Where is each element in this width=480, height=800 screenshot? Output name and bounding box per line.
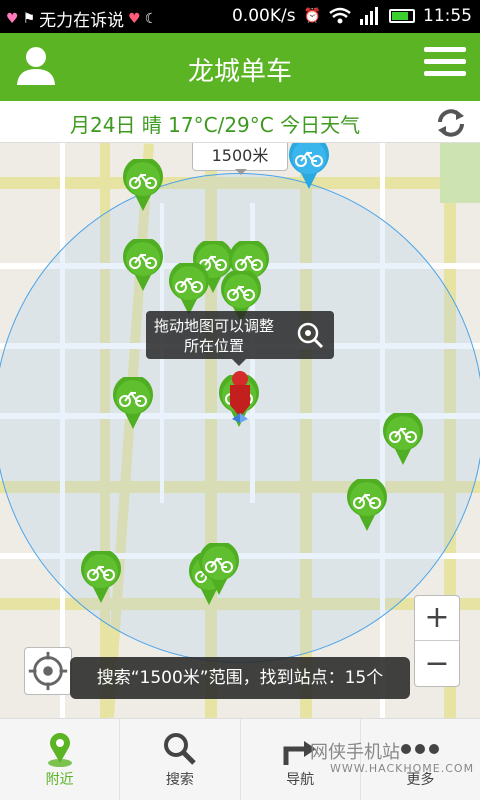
- zoom-out-button[interactable]: −: [415, 642, 459, 687]
- zoom-in-button[interactable]: +: [415, 596, 459, 641]
- drag-map-tooltip[interactable]: 拖动地图可以调整 所在位置: [146, 311, 334, 366]
- moon-icon: ☾: [144, 10, 158, 27]
- menu-line-icon: [424, 71, 466, 76]
- bike-station-pin[interactable]: [382, 413, 424, 465]
- watermark-url: WWW.HACKHOME.COM: [330, 762, 475, 775]
- bike-station-pin[interactable]: [122, 239, 164, 291]
- nav-item-nearby[interactable]: 附近: [0, 719, 121, 800]
- nav-item-search[interactable]: 搜索: [120, 719, 241, 800]
- bike-station-pin[interactable]: [122, 159, 164, 211]
- menu-line-icon: [424, 47, 466, 52]
- bike-station-pin[interactable]: [346, 479, 388, 531]
- map-view[interactable]: 1500米 拖动地图可以调整 所在位置 + − 搜索“1500米”范围，找到站点…: [0, 143, 480, 718]
- refresh-button[interactable]: [434, 106, 468, 140]
- chevron-down-icon: [235, 169, 247, 175]
- bottom-nav: 附近 搜索 导航 更多: [0, 718, 480, 800]
- signal-icon: [360, 7, 378, 25]
- current-location-marker[interactable]: [222, 369, 258, 423]
- tooltip-line2: 所在位置: [184, 337, 245, 355]
- nav-label-search: 搜索: [165, 772, 194, 788]
- search-icon: [163, 733, 196, 765]
- bike-station-pin[interactable]: [112, 377, 154, 429]
- battery-icon: [389, 9, 415, 23]
- weather-text: 月24日 晴 17°C/29°C 今日天气: [70, 113, 361, 137]
- watermark-text: 网侠手机站: [310, 742, 400, 763]
- menu-line-icon: [424, 59, 466, 64]
- bike-station-pin-selected[interactable]: [288, 143, 330, 189]
- search-result-toast: 搜索“1500米”范围，找到站点：15个: [70, 657, 410, 699]
- title-bar: 龙城单车: [0, 33, 480, 101]
- menu-button[interactable]: [424, 47, 466, 83]
- wifi-icon: [329, 7, 351, 24]
- network-speed: 0.00K/s: [231, 6, 296, 26]
- location-pin-icon: [47, 733, 72, 767]
- watermark: 网侠手机站 WWW.HACKHOME.COM: [310, 738, 473, 775]
- search-location-icon[interactable]: [296, 321, 324, 349]
- heart-broken-icon: ♥: [128, 10, 141, 27]
- status-time: 11:55: [423, 6, 472, 26]
- tooltip-line1: 拖动地图可以调整: [154, 317, 275, 335]
- page-title: 龙城单车: [187, 57, 292, 87]
- bike-station-pin[interactable]: [198, 543, 240, 595]
- weather-bar: 月24日 晴 17°C/29°C 今日天气: [0, 101, 480, 143]
- nav-label-nearby: 附近: [45, 772, 74, 788]
- tooltip-pointer: [232, 359, 246, 366]
- status-notification-text: 无力在诉说: [39, 11, 125, 31]
- radius-label[interactable]: 1500米: [192, 143, 288, 175]
- radius-label-text: 1500米: [211, 146, 269, 165]
- alarm-icon: ⏰: [303, 8, 321, 24]
- bike-station-pin[interactable]: [168, 263, 210, 315]
- status-bar: ♥ ⚑ 无力在诉说 ♥ ☾ 0.00K/s ⏰ 11:55: [0, 0, 480, 33]
- heart-notification-icon: ♥: [6, 10, 19, 27]
- flag-notification-icon: ⚑: [22, 10, 36, 27]
- zoom-controls: + −: [414, 595, 460, 687]
- locate-me-button[interactable]: [24, 647, 72, 695]
- bike-station-pin[interactable]: [80, 551, 122, 603]
